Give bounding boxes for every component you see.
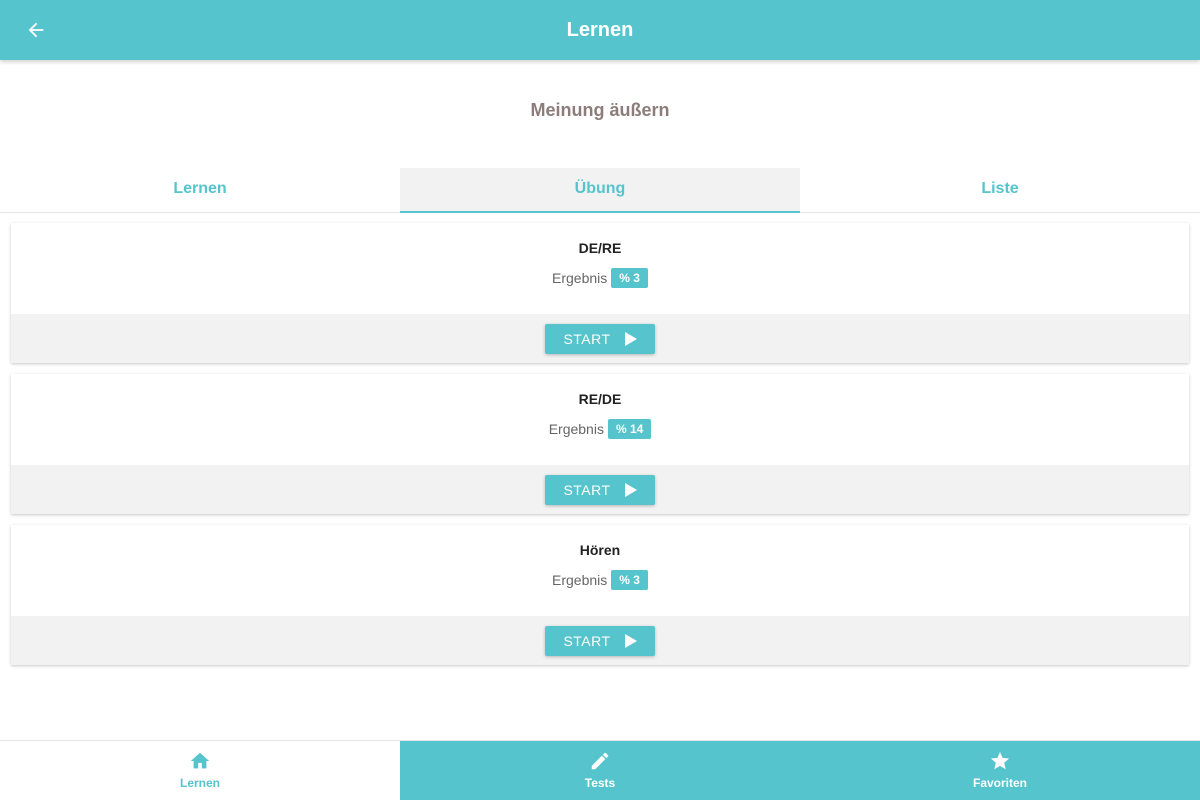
play-icon <box>624 482 637 497</box>
card-footer: START <box>11 465 1189 514</box>
exercise-card-de-re: DE/RE Ergebnis % 3 START <box>11 223 1189 363</box>
home-icon <box>189 750 211 772</box>
start-button[interactable]: START <box>545 474 655 505</box>
card-title: RE/DE <box>578 391 622 407</box>
tab-bar: Lernen Übung Liste <box>0 168 1200 213</box>
app-root: Lernen Meinung äußern Lernen Übung Liste… <box>0 0 1200 800</box>
result-row: Ergebnis % 3 <box>11 268 1189 288</box>
nav-label: Favoriten <box>972 776 1027 790</box>
start-button[interactable]: START <box>545 323 655 354</box>
page-title: Lernen <box>566 19 634 41</box>
tab-uebung[interactable]: Übung <box>400 168 800 213</box>
nav-item-favoriten[interactable]: Favoriten <box>800 741 1200 800</box>
card-title: Hören <box>579 542 621 558</box>
exercise-card-hoeren: Hören Ergebnis % 3 START <box>11 525 1189 665</box>
nav-label: Tests <box>584 776 616 790</box>
top-app-bar: Lernen <box>0 0 1200 60</box>
card-title: DE/RE <box>578 240 622 256</box>
result-row: Ergebnis % 3 <box>11 570 1189 590</box>
result-badge: % 3 <box>611 268 648 288</box>
exercise-list: DE/RE Ergebnis % 3 START RE/DE Ergebnis … <box>11 223 1189 676</box>
card-content: RE/DE Ergebnis % 14 <box>11 374 1189 465</box>
bottom-navigation: Lernen Tests Favoriten <box>0 740 1200 800</box>
card-content: Hören Ergebnis % 3 <box>11 525 1189 616</box>
start-label: START <box>563 632 611 649</box>
nav-item-tests[interactable]: Tests <box>400 741 800 800</box>
pencil-icon <box>589 750 611 772</box>
card-content: DE/RE Ergebnis % 3 <box>11 223 1189 314</box>
play-icon <box>624 331 637 346</box>
card-footer: START <box>11 616 1189 665</box>
lesson-subtitle: Meinung äußern <box>530 100 670 120</box>
result-label: Ergebnis <box>548 421 604 437</box>
result-label: Ergebnis <box>552 572 608 588</box>
card-footer: START <box>11 314 1189 363</box>
play-icon <box>624 633 637 648</box>
nav-item-lernen[interactable]: Lernen <box>0 741 400 800</box>
exercise-card-re-de: RE/DE Ergebnis % 14 START <box>11 374 1189 514</box>
start-button[interactable]: START <box>545 625 655 656</box>
tab-lernen[interactable]: Lernen <box>0 168 400 213</box>
nav-label: Lernen <box>179 776 220 790</box>
start-label: START <box>563 330 611 347</box>
result-label: Ergebnis <box>552 270 608 286</box>
result-badge: % 14 <box>607 419 652 439</box>
tab-liste[interactable]: Liste <box>800 168 1200 213</box>
star-icon <box>989 750 1011 772</box>
start-label: START <box>563 481 611 498</box>
result-row: Ergebnis % 14 <box>11 419 1189 439</box>
result-badge: % 3 <box>611 570 648 590</box>
